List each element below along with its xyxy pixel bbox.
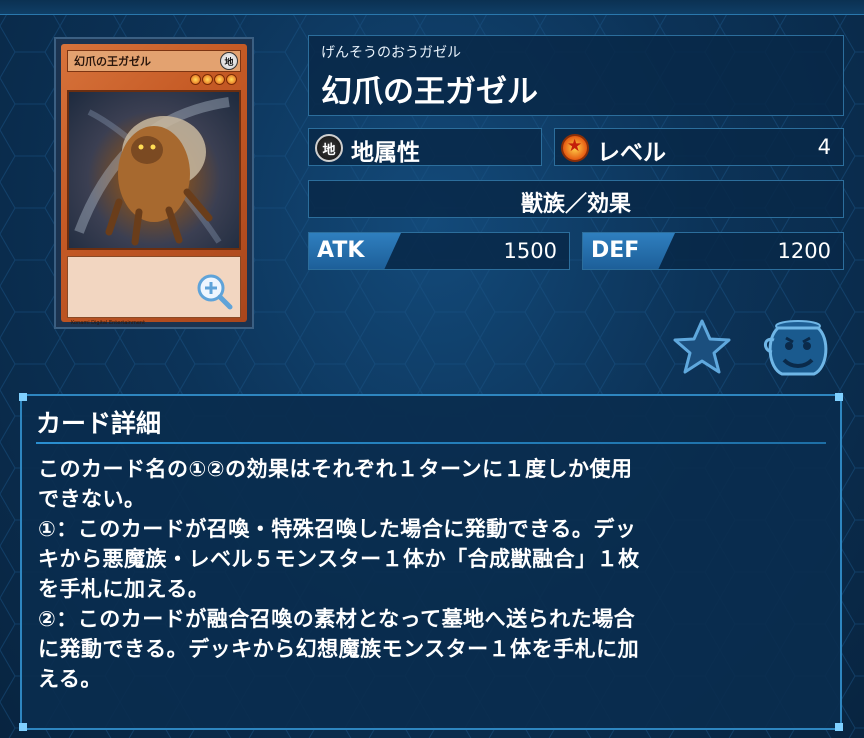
card-mini-name: 幻爪の王ガゼル 地 bbox=[67, 50, 241, 72]
level-star-icon bbox=[226, 74, 237, 85]
card-detail-screen: 幻爪の王ガゼル 地 Konami Digital Entertainment げ… bbox=[0, 0, 864, 738]
def-label: DEF bbox=[591, 238, 640, 263]
pot-of-greed-icon[interactable] bbox=[760, 318, 832, 378]
panel-corner bbox=[835, 393, 843, 401]
lion-beast-artwork bbox=[74, 97, 230, 246]
panel-corner bbox=[19, 393, 27, 401]
card-image[interactable]: 幻爪の王ガゼル 地 Konami Digital Entertainment bbox=[54, 37, 254, 329]
def-value: 1200 bbox=[777, 239, 831, 263]
panel-corner bbox=[835, 723, 843, 731]
atk-panel: ATK 1500 bbox=[308, 232, 570, 270]
zoom-icon[interactable] bbox=[194, 271, 234, 311]
level-star-icon bbox=[190, 74, 201, 85]
card-reading: げんそうのおうガゼル bbox=[321, 45, 461, 61]
card-level-stars bbox=[67, 74, 241, 88]
card-face: 幻爪の王ガゼル 地 Konami Digital Entertainment bbox=[61, 44, 247, 326]
attribute-panel: 地 地属性 bbox=[308, 128, 542, 166]
card-artwork bbox=[67, 90, 241, 250]
star-icon[interactable] bbox=[672, 318, 732, 376]
level-star-icon bbox=[214, 74, 225, 85]
top-bar bbox=[0, 0, 864, 15]
card-effect-text: このカード名の①②の効果はそれぞれ１ターンに１度しか使用 できない。 ①：このカ… bbox=[38, 457, 640, 691]
attribute-label: 地属性 bbox=[351, 140, 420, 166]
detail-title: カード詳細 bbox=[36, 409, 162, 438]
type-panel: 獣族／効果 bbox=[308, 180, 844, 218]
detail-divider bbox=[36, 442, 826, 444]
card-name: 幻爪の王ガゼル bbox=[321, 74, 538, 110]
card-footer: Konami Digital Entertainment bbox=[71, 320, 146, 326]
def-panel: DEF 1200 bbox=[582, 232, 844, 270]
level-label: レベル bbox=[597, 140, 666, 166]
panel-corner bbox=[19, 723, 27, 731]
level-panel: レベル 4 bbox=[554, 128, 844, 166]
card-text-box bbox=[67, 256, 241, 318]
card-name-panel: げんそうのおうガゼル 幻爪の王ガゼル bbox=[308, 35, 844, 116]
monster-type: 獣族／効果 bbox=[520, 192, 631, 217]
atk-value: 1500 bbox=[503, 239, 557, 263]
earth-attribute-icon: 地 bbox=[315, 134, 343, 162]
level-star-icon bbox=[561, 134, 589, 162]
level-star-icon bbox=[202, 74, 213, 85]
card-mini-name-text: 幻爪の王ガゼル bbox=[74, 55, 151, 68]
atk-label: ATK bbox=[317, 238, 365, 263]
level-value: 4 bbox=[817, 135, 831, 159]
card-detail-panel[interactable]: カード詳細 このカード名の①②の効果はそれぞれ１ターンに１度しか使用 できない。… bbox=[19, 393, 843, 731]
card-mini-attribute-icon: 地 bbox=[220, 52, 238, 70]
